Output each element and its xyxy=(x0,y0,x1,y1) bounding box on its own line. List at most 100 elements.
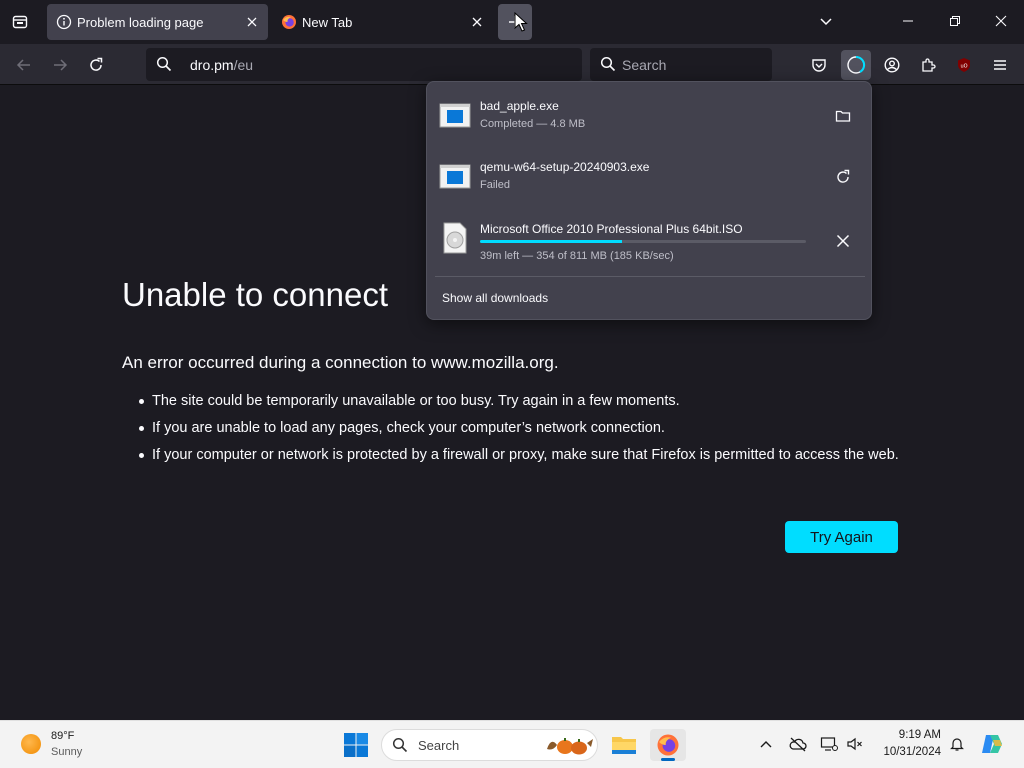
svg-text:uO: uO xyxy=(960,64,967,70)
reload-icon xyxy=(90,57,103,71)
clock-time[interactable]: 9:19 AM xyxy=(881,729,941,741)
minimize-button[interactable] xyxy=(890,6,926,36)
weather-temperature[interactable]: 89°F xyxy=(51,730,74,742)
volume-button[interactable] xyxy=(844,733,866,755)
exe-file-icon xyxy=(439,164,471,189)
speaker-muted-icon xyxy=(847,737,862,751)
navigation-toolbar: dro.pm/eu Search uO xyxy=(0,44,1024,85)
bell-icon xyxy=(950,738,964,751)
window-close-button[interactable] xyxy=(983,6,1019,36)
download-item[interactable]: qemu-w64-setup-20240903.exe Failed xyxy=(435,149,865,205)
list-all-tabs-button[interactable] xyxy=(814,12,838,32)
downloads-panel: bad_apple.exe Completed — 4.8 MB qemu-w6… xyxy=(426,81,872,320)
error-title: Unable to connect xyxy=(122,276,389,313)
list-item: If you are unable to load any pages, che… xyxy=(139,418,900,438)
disc-image-file-icon xyxy=(443,222,467,254)
tab-close-button[interactable] xyxy=(244,14,260,30)
back-arrow-icon xyxy=(16,59,30,71)
search-icon xyxy=(392,737,408,753)
sun-icon[interactable] xyxy=(21,734,41,754)
cancel-icon xyxy=(836,234,850,248)
puzzle-icon xyxy=(922,58,936,72)
restore-icon xyxy=(950,16,960,26)
exe-file-icon xyxy=(439,103,471,128)
taskbar-search-box[interactable]: Search xyxy=(381,729,598,761)
close-icon xyxy=(472,17,482,27)
restore-button[interactable] xyxy=(937,6,973,36)
download-status: Completed — 4.8 MB xyxy=(480,118,586,130)
download-status: Failed xyxy=(480,179,510,191)
pocket-button[interactable] xyxy=(804,50,834,80)
download-progress-icon xyxy=(847,55,866,74)
tab-new-tab[interactable]: New Tab xyxy=(272,4,493,40)
network-icon xyxy=(820,737,838,751)
tab-strip: Problem loading page New Tab xyxy=(0,0,1024,44)
url-text: dro.pm/eu xyxy=(190,57,253,73)
url-host: dro.pm xyxy=(190,57,234,73)
info-icon xyxy=(56,14,72,30)
try-again-button[interactable]: Try Again xyxy=(785,521,898,553)
firefox-view-button[interactable] xyxy=(8,10,32,34)
downloads-button[interactable] xyxy=(841,50,871,80)
onedrive-button[interactable] xyxy=(787,733,809,755)
download-filename: Microsoft Office 2010 Professional Plus … xyxy=(480,222,743,236)
download-filename: bad_apple.exe xyxy=(480,99,559,113)
chevron-up-icon xyxy=(760,741,772,748)
windows-start-icon[interactable] xyxy=(342,731,370,759)
taskbar-search-placeholder: Search xyxy=(418,738,460,753)
url-bar[interactable]: dro.pm/eu xyxy=(146,48,582,81)
tab-problem-loading[interactable]: Problem loading page xyxy=(47,4,268,40)
copilot-icon[interactable] xyxy=(980,732,1004,756)
list-item: The site could be temporarily unavailabl… xyxy=(139,391,900,411)
cancel-download-button[interactable] xyxy=(829,227,857,255)
download-item[interactable]: Microsoft Office 2010 Professional Plus … xyxy=(435,211,865,267)
divider xyxy=(435,276,865,277)
download-item[interactable]: bad_apple.exe Completed — 4.8 MB xyxy=(435,88,865,144)
ublock-icon: uO xyxy=(958,58,970,72)
retry-icon xyxy=(837,169,850,183)
firefox-icon xyxy=(282,15,296,29)
extensions-button[interactable] xyxy=(913,50,943,80)
search-icon xyxy=(600,56,616,72)
clock-date[interactable]: 10/31/2024 xyxy=(873,746,941,758)
back-button[interactable] xyxy=(10,51,38,79)
notifications-button[interactable] xyxy=(946,733,968,755)
pocket-icon xyxy=(812,59,826,72)
firefox-icon xyxy=(657,734,679,756)
tab-close-button[interactable] xyxy=(469,14,485,30)
url-path: /eu xyxy=(233,57,254,73)
close-icon xyxy=(995,15,1007,27)
account-icon xyxy=(884,57,900,73)
cloud-off-icon xyxy=(789,737,807,752)
forward-arrow-icon xyxy=(54,59,68,71)
download-progress-fill xyxy=(480,240,623,243)
hamburger-menu-icon xyxy=(994,60,1006,70)
retry-download-button[interactable] xyxy=(829,163,857,191)
chevron-down-icon xyxy=(820,18,832,26)
taskbar: 89°F Sunny Search 9:19 AM 10/31/2024 xyxy=(0,720,1024,768)
show-all-downloads-button[interactable]: Show all downloads xyxy=(442,291,548,305)
app-menu-button[interactable] xyxy=(985,50,1015,80)
forward-button[interactable] xyxy=(46,51,74,79)
firefox-taskbar-button[interactable] xyxy=(650,729,686,761)
reload-button[interactable] xyxy=(82,51,110,79)
account-button[interactable] xyxy=(877,50,907,80)
ublock-origin-button[interactable]: uO xyxy=(949,50,979,80)
folder-icon xyxy=(835,110,851,122)
search-bar[interactable]: Search xyxy=(590,48,772,81)
network-button[interactable] xyxy=(818,733,840,755)
file-explorer-button[interactable] xyxy=(606,729,642,761)
download-progress-bar xyxy=(480,240,806,243)
show-in-folder-button[interactable] xyxy=(829,102,857,130)
search-icon xyxy=(156,56,172,72)
search-placeholder: Search xyxy=(622,57,667,73)
halloween-pumpkin-icon xyxy=(547,738,593,755)
folder-icon xyxy=(612,737,636,754)
error-description: An error occurred during a connection to… xyxy=(122,353,559,372)
list-item: If your computer or network is protected… xyxy=(139,447,899,463)
weather-condition[interactable]: Sunny xyxy=(51,746,82,758)
close-icon xyxy=(247,17,257,27)
mouse-cursor-icon xyxy=(514,12,528,32)
download-status: 39m left — 354 of 811 MB (185 KB/sec) xyxy=(480,250,674,262)
show-hidden-icons-button[interactable] xyxy=(755,733,777,755)
